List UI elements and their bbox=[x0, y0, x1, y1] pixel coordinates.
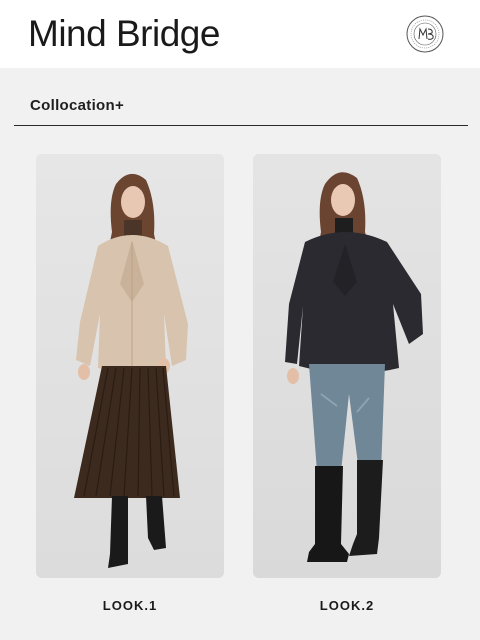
look-2-image[interactable] bbox=[253, 154, 441, 578]
look-2-figure bbox=[253, 154, 441, 578]
look-1-image[interactable] bbox=[36, 154, 224, 578]
look-1-figure bbox=[36, 154, 224, 578]
section-divider bbox=[14, 125, 468, 126]
look-1-label: LOOK.1 bbox=[102, 598, 158, 613]
look-2-label: LOOK.2 bbox=[319, 598, 375, 613]
brand-title: Mind Bridge bbox=[28, 13, 220, 54]
brand-seal-logo-icon[interactable] bbox=[406, 15, 444, 53]
section-title: Collocation+ bbox=[30, 97, 125, 114]
header: Mind Bridge bbox=[0, 0, 480, 68]
